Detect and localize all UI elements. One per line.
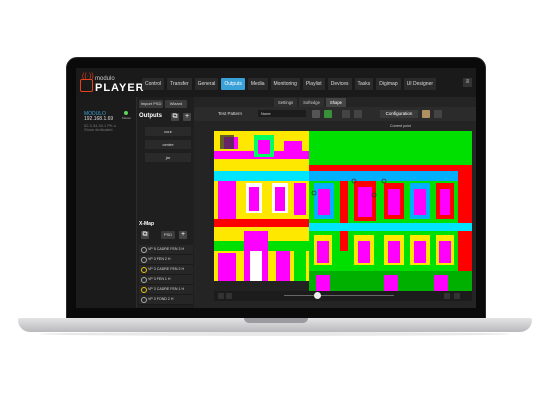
menu-item-outputs[interactable]: Outputs <box>221 78 245 90</box>
test-pattern-label: Test Pattern <box>218 111 243 116</box>
xmap-row[interactable]: VP 3 CADRE FEN 1 H <box>139 285 193 295</box>
psd-button[interactable]: PSD <box>161 231 175 239</box>
screen-icon <box>80 79 93 92</box>
ring-icon[interactable] <box>141 247 147 253</box>
laptop-notch <box>244 318 308 323</box>
xmap-row-label: VP 3 CADRE FEN 2 H <box>148 267 185 271</box>
zoom-slider-knob[interactable] <box>314 292 321 299</box>
green-tool-icon[interactable] <box>324 110 332 118</box>
current-point-label: Current point <box>390 124 411 128</box>
xmap-row-label: VP 3 FEN 1 H <box>148 277 171 281</box>
xmap-title: X-Map <box>139 221 154 227</box>
add-output-icon[interactable]: + <box>183 113 191 121</box>
ring-icon[interactable] <box>141 277 147 283</box>
status-label: Master <box>122 116 132 120</box>
ring-icon[interactable] <box>141 267 147 273</box>
output-item[interactable]: cour <box>145 127 191 136</box>
main-menu: Control Transfer General Outputs Media Monito… <box>142 78 437 90</box>
duplicate-xmap-icon[interactable]: ⧉ <box>141 231 149 239</box>
zoom-slider[interactable] <box>284 295 394 296</box>
main-area: Settings Softedge Shape Test Pattern None … <box>194 97 476 308</box>
top-menu-bar: ((·)) modulo PLAYER Control Transfer Gener… <box>76 68 476 97</box>
projection-viewer[interactable] <box>214 131 472 291</box>
xmap-row-label: VP 3 FEN 2 H <box>148 257 171 261</box>
grid-icon[interactable] <box>312 110 320 118</box>
app-logo: ((·)) modulo PLAYER <box>80 73 150 95</box>
facade-mapping-image <box>214 131 472 291</box>
output-item[interactable]: centre <box>145 140 191 149</box>
xmap-row[interactable]: VP 3 FEN 1 H <box>139 275 193 285</box>
tab-softedge[interactable]: Softedge <box>299 98 324 107</box>
move-icon[interactable] <box>342 110 350 118</box>
viewer-status-bar <box>214 291 472 301</box>
menu-item-control[interactable]: Control <box>142 78 165 90</box>
menu-item-devices[interactable]: Devices <box>327 78 352 90</box>
menu-item-monitoring[interactable]: Monitoring <box>270 78 300 90</box>
xmap-row[interactable]: VP 5 CADRE FEN 3 H <box>139 245 193 255</box>
map-icon[interactable] <box>422 110 430 118</box>
xmap-row-label: VP 3 FOND 2 H <box>148 297 174 301</box>
screen: ((·)) modulo PLAYER Control Transfer Gener… <box>76 68 476 308</box>
add-xmap-icon[interactable]: + <box>179 231 187 239</box>
xmap-row[interactable]: VP 3 FEN 2 H <box>139 255 193 265</box>
menu-item-digimap[interactable]: Digimap <box>376 78 401 90</box>
play-icon[interactable] <box>218 293 224 299</box>
toolbar: Test Pattern None Configuration <box>194 107 476 121</box>
device-subinfo-2: Show dedicated <box>84 127 113 132</box>
menu-item-playlist[interactable]: Playlist <box>302 78 325 90</box>
duplicate-icon[interactable]: ⧉ <box>171 113 179 121</box>
status-indicator <box>124 111 128 115</box>
output-item[interactable]: jar <box>145 153 191 162</box>
configuration-button[interactable]: Configuration <box>380 110 418 118</box>
xmap-row[interactable]: VP 3 CADRE FEN 2 H <box>139 265 193 275</box>
laptop-shadow <box>40 332 510 336</box>
tab-settings[interactable]: Settings <box>274 98 298 107</box>
fullscreen-icon[interactable] <box>454 293 460 299</box>
xmap-row-label: VP 3 CADRE FEN 1 H <box>148 287 185 291</box>
ring-icon[interactable] <box>141 257 147 263</box>
outputs-title: Outputs <box>139 113 162 119</box>
import-psd-button[interactable]: Import PSD <box>139 100 163 108</box>
menu-item-tasks[interactable]: Tasks <box>354 78 374 90</box>
xmap-row-label: VP 5 CADRE FEN 3 H <box>148 247 185 251</box>
menu-item-ui-designer[interactable]: UI Designer <box>403 78 437 90</box>
wizard-button[interactable]: Wizard <box>165 100 187 108</box>
ring-icon[interactable] <box>141 297 147 303</box>
device-panel: MODULO 192.168.1.69 52.3.34.34.1 PK-o Sh… <box>76 97 136 308</box>
device-ip: 192.168.1.69 <box>84 116 114 122</box>
tab-shape[interactable]: Shape <box>325 98 347 107</box>
menu-icon[interactable]: ≡ <box>463 78 472 87</box>
outputs-panel: Import PSD Wizard Outputs ⧉ + cour centre… <box>136 97 195 308</box>
fit-icon[interactable] <box>444 293 450 299</box>
xmap-row[interactable]: VP 3 FOND 2 H <box>139 295 193 305</box>
node-icon[interactable] <box>354 110 362 118</box>
camera-icon[interactable] <box>434 110 442 118</box>
logo-big-text: PLAYER <box>95 82 145 94</box>
menu-item-media[interactable]: Media <box>247 78 268 90</box>
menu-item-general[interactable]: General <box>194 78 219 90</box>
sub-tabs: Settings Softedge Shape <box>274 98 347 107</box>
stop-icon[interactable] <box>226 293 232 299</box>
test-pattern-select[interactable]: None <box>258 110 306 117</box>
menu-item-transfer[interactable]: Transfer <box>167 78 192 90</box>
ring-icon[interactable] <box>141 287 147 293</box>
